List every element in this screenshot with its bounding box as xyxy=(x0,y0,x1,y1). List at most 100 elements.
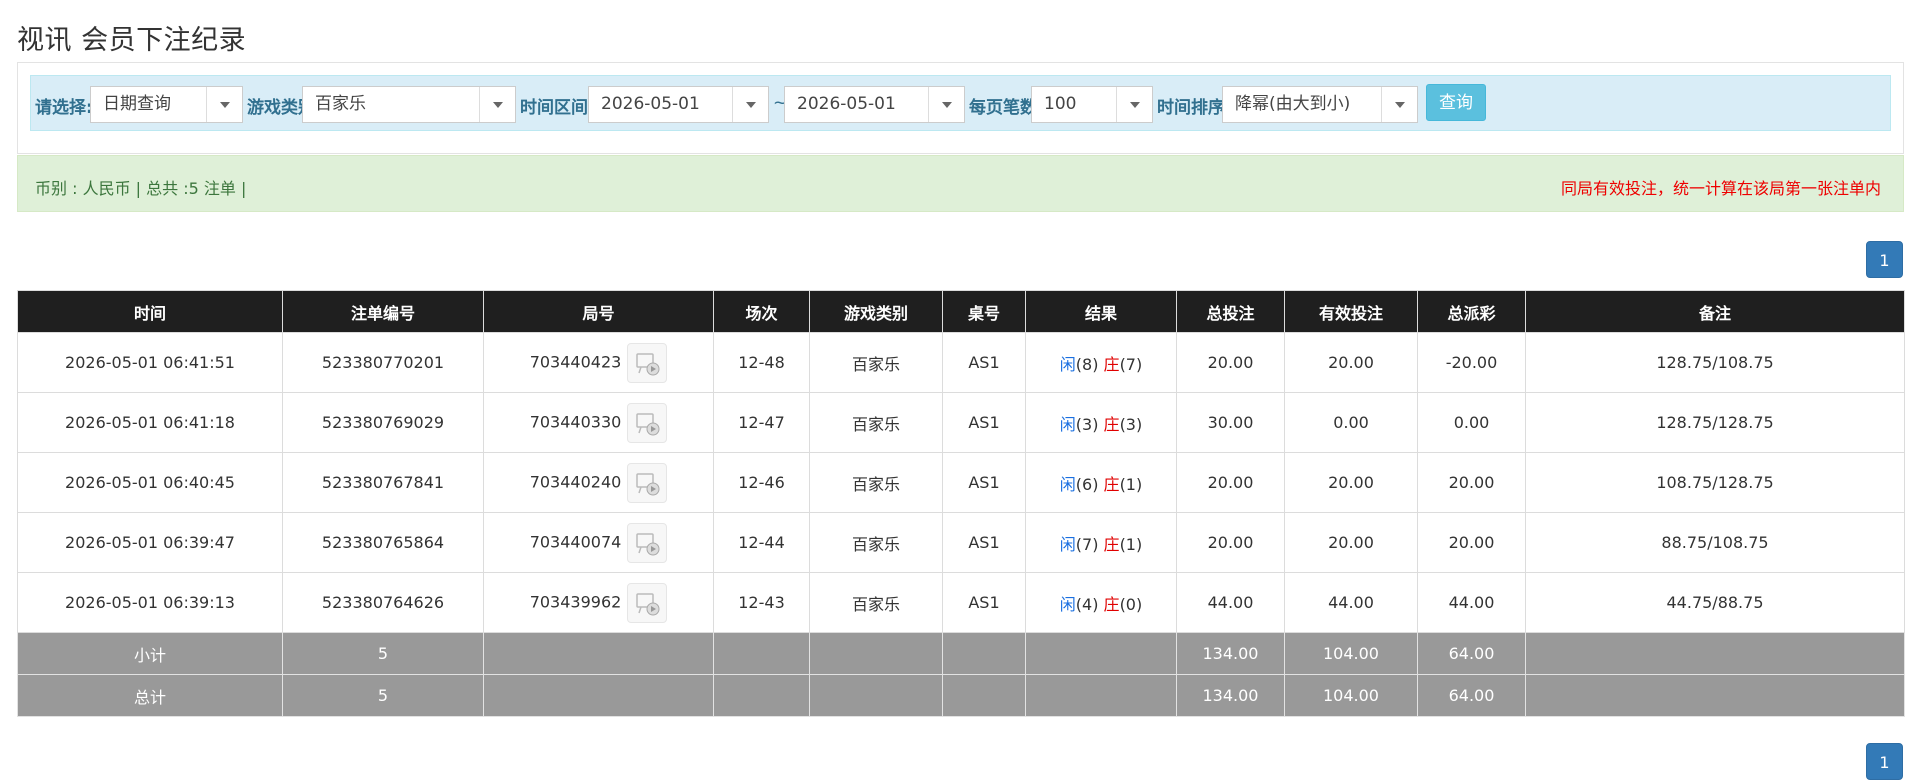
video-replay-icon[interactable] xyxy=(627,582,668,623)
cell-table: AS1 xyxy=(942,512,1026,573)
empty-cell xyxy=(483,674,714,717)
table-row: 2026-05-01 06:39:47 523380765864 703440074… xyxy=(17,512,1905,573)
column-header[interactable]: 桌号 xyxy=(942,290,1026,333)
table-row: 2026-05-01 06:41:18 523380769029 703440330… xyxy=(17,392,1905,453)
cell-valid-bet: 44.00 xyxy=(1284,572,1418,633)
sort-select[interactable]: 降幂(由大到小) xyxy=(1222,86,1418,123)
game-type-select[interactable]: 百家乐 xyxy=(302,86,516,123)
round-number: 703440240 xyxy=(529,472,622,491)
caret-down-icon[interactable] xyxy=(732,87,768,122)
cell-note: 128.75/108.75 xyxy=(1525,332,1905,393)
game-type-value: 百家乐 xyxy=(315,94,366,114)
banker-label: 庄 xyxy=(1103,594,1120,614)
subtotal-label: 小计 xyxy=(17,632,283,675)
empty-cell xyxy=(1525,674,1905,717)
banker-label: 庄 xyxy=(1103,414,1120,434)
banker-points: (0) xyxy=(1119,594,1143,614)
cell-payout: 0.00 xyxy=(1417,392,1526,453)
total-total-bet: 134.00 xyxy=(1176,674,1285,717)
per-page-select[interactable]: 100 xyxy=(1031,86,1153,123)
cell-valid-bet: 20.00 xyxy=(1284,512,1418,573)
column-header[interactable]: 时间 xyxy=(17,290,283,333)
table-row: 2026-05-01 06:41:51 523380770201 703440423… xyxy=(17,332,1905,393)
caret-down-icon[interactable] xyxy=(206,87,242,122)
cell-table: AS1 xyxy=(942,332,1026,393)
cell-game: 百家乐 xyxy=(809,332,943,393)
round-number: 703440330 xyxy=(529,412,622,431)
cell-session: 12-43 xyxy=(713,572,810,633)
table-header-row: 时间 注单编号 局号 场次 游戏类别 桌号 结果 总投注 有效投注 总派彩 备注 xyxy=(17,290,1905,333)
cell-time: 2026-05-01 06:39:47 xyxy=(17,512,283,573)
caret-down-icon[interactable] xyxy=(928,87,964,122)
cell-round: 703440423 xyxy=(483,332,714,393)
cell-session: 12-44 xyxy=(713,512,810,573)
cell-total-bet: 30.00 xyxy=(1176,392,1285,453)
cell-time: 2026-05-01 06:41:18 xyxy=(17,392,283,453)
banker-label: 庄 xyxy=(1103,534,1120,554)
video-replay-icon[interactable] xyxy=(627,402,668,443)
column-header[interactable]: 备注 xyxy=(1525,290,1905,333)
cell-result: 闲(8) 庄(7) xyxy=(1025,332,1177,393)
cell-total-bet: 20.00 xyxy=(1176,452,1285,513)
subtotal-row: 小计 5 134.00 104.00 64.00 xyxy=(17,632,1905,675)
player-label: 闲 xyxy=(1059,354,1076,374)
video-replay-icon[interactable] xyxy=(627,342,668,383)
pagination-page-top[interactable]: 1 xyxy=(1866,241,1903,278)
cell-game: 百家乐 xyxy=(809,392,943,453)
query-button[interactable]: 查询 xyxy=(1426,84,1486,121)
date-from-value: 2026-05-01 xyxy=(601,94,700,114)
column-header[interactable]: 有效投注 xyxy=(1284,290,1418,333)
empty-cell xyxy=(1025,674,1177,717)
player-points: (8) xyxy=(1075,354,1099,374)
cell-round: 703440330 xyxy=(483,392,714,453)
cell-result: 闲(6) 庄(1) xyxy=(1025,452,1177,513)
cell-session: 12-46 xyxy=(713,452,810,513)
cell-game: 百家乐 xyxy=(809,512,943,573)
cell-table: AS1 xyxy=(942,572,1026,633)
time-range-label: 时间区间: xyxy=(520,98,595,118)
cell-game: 百家乐 xyxy=(809,452,943,513)
round-number: 703440423 xyxy=(529,352,622,371)
summary-notice: 同局有效投注，统一计算在该局第一张注单内 xyxy=(1560,179,1881,198)
cell-table: AS1 xyxy=(942,452,1026,513)
cell-valid-bet: 20.00 xyxy=(1284,332,1418,393)
player-label: 闲 xyxy=(1059,594,1076,614)
video-replay-icon[interactable] xyxy=(627,462,668,503)
page-title: 视讯 会员下注纪录 xyxy=(17,25,247,56)
caret-down-icon[interactable] xyxy=(1381,87,1417,122)
cell-bet-no: 523380765864 xyxy=(282,512,484,573)
date-from-select[interactable]: 2026-05-01 xyxy=(588,86,769,123)
cell-note: 108.75/128.75 xyxy=(1525,452,1905,513)
total-label: 总计 xyxy=(17,674,283,717)
caret-down-icon[interactable] xyxy=(1116,87,1152,122)
column-header[interactable]: 总投注 xyxy=(1176,290,1285,333)
round-number: 703439962 xyxy=(529,592,622,611)
banker-label: 庄 xyxy=(1103,474,1120,494)
cell-time: 2026-05-01 06:40:45 xyxy=(17,452,283,513)
column-header[interactable]: 局号 xyxy=(483,290,714,333)
column-header[interactable]: 场次 xyxy=(713,290,810,333)
query-type-select[interactable]: 日期查询 xyxy=(90,86,243,123)
cell-time: 2026-05-01 06:39:13 xyxy=(17,572,283,633)
column-header[interactable]: 注单编号 xyxy=(282,290,484,333)
player-points: (7) xyxy=(1075,534,1099,554)
date-to-value: 2026-05-01 xyxy=(797,94,896,114)
empty-cell xyxy=(483,632,714,675)
total-count: 5 xyxy=(282,674,484,717)
cell-round: 703440074 xyxy=(483,512,714,573)
pagination-page-bottom[interactable]: 1 xyxy=(1866,743,1903,780)
empty-cell xyxy=(713,674,810,717)
caret-down-icon[interactable] xyxy=(479,87,515,122)
banker-points: (1) xyxy=(1119,474,1143,494)
total-valid-bet: 104.00 xyxy=(1284,674,1418,717)
video-replay-icon[interactable] xyxy=(627,522,668,563)
empty-cell xyxy=(1525,632,1905,675)
column-header[interactable]: 总派彩 xyxy=(1417,290,1526,333)
cell-round: 703439962 xyxy=(483,572,714,633)
column-header[interactable]: 结果 xyxy=(1025,290,1177,333)
cell-session: 12-47 xyxy=(713,392,810,453)
table-row: 2026-05-01 06:40:45 523380767841 703440240… xyxy=(17,452,1905,513)
date-to-select[interactable]: 2026-05-01 xyxy=(784,86,965,123)
cell-payout: 44.00 xyxy=(1417,572,1526,633)
column-header[interactable]: 游戏类别 xyxy=(809,290,943,333)
